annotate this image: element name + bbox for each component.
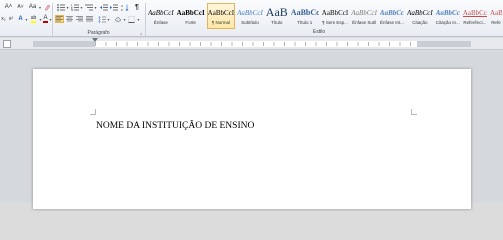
style-intense-quote[interactable]: AaBbCc Citação In... xyxy=(435,3,461,29)
document-heading-text[interactable]: NOME DA INSTITUIÇÃO DE ENSINO xyxy=(96,121,254,131)
style-name: ¶ Normal xyxy=(211,20,230,25)
horizontal-ruler[interactable] xyxy=(0,38,503,50)
ribbon: A˄ A˅ Aa ▾ x₂ x² A ▾ ab ▾ A ▾ ▾ ▾ ▾ A Z … xyxy=(0,0,503,37)
style-reference-partial[interactable]: AaBb Refe xyxy=(489,3,503,29)
styles-group-label: Estilo xyxy=(312,29,326,35)
paragraph-dialog-launcher-icon[interactable]: ⌟ xyxy=(140,30,142,36)
style-subtle-reference[interactable]: AaBbCc Referênci... xyxy=(462,3,488,29)
document-page[interactable]: NOME DA INSTITUIÇÃO DE ENSINO xyxy=(33,69,471,209)
shading-dropdown-icon[interactable]: ▾ xyxy=(122,15,126,23)
style-sample: AaBbCcI xyxy=(407,9,433,17)
ruler-left-margin[interactable] xyxy=(33,41,95,47)
numbering-icon[interactable] xyxy=(70,3,79,11)
clear-formatting-icon[interactable] xyxy=(43,3,51,11)
line-spacing-icon[interactable] xyxy=(97,15,106,23)
style-name: Citação xyxy=(412,20,428,25)
numbering-dropdown-icon[interactable]: ▾ xyxy=(79,3,83,11)
style-name: Citação In... xyxy=(435,20,460,25)
style-name: Ênfase Int... xyxy=(379,20,404,25)
change-case-button[interactable]: Aa xyxy=(28,3,37,11)
style-name: Forte xyxy=(185,20,196,25)
multilevel-dropdown-icon[interactable]: ▾ xyxy=(93,3,97,11)
style-name: Referênci... xyxy=(463,20,487,25)
style-normal[interactable]: AaBbCcI ¶ Normal xyxy=(206,3,236,29)
text-effects-button[interactable]: A xyxy=(17,15,24,23)
bullets-icon[interactable] xyxy=(56,3,65,11)
style-sample: AaBbCc xyxy=(379,9,405,17)
decrease-indent-icon[interactable] xyxy=(99,3,108,11)
borders-dropdown-icon[interactable]: ▾ xyxy=(136,15,140,23)
multilevel-list-icon[interactable] xyxy=(84,3,93,11)
style-sample: AaB xyxy=(265,5,288,19)
style-heading-1[interactable]: AaBbCc Título 1 xyxy=(290,3,320,29)
align-center-icon[interactable] xyxy=(65,15,74,23)
style-name: Subtítulo xyxy=(241,20,259,25)
style-name: Refe xyxy=(491,20,501,25)
style-emphasis[interactable]: AaBbCcI Ênfase xyxy=(147,3,175,29)
increase-indent-icon[interactable] xyxy=(109,3,118,11)
style-name: Título 1 xyxy=(297,20,313,25)
margin-corner-mark xyxy=(411,109,417,115)
style-sample: AaBbCcI xyxy=(148,9,174,17)
style-title[interactable]: AaB Título xyxy=(265,3,289,29)
style-sample: AaBbCcI xyxy=(207,9,235,17)
style-subtitle[interactable]: AaBbCcI Subtítulo xyxy=(236,3,264,29)
style-intense-emphasis[interactable]: AaBbCc Ênfase Int... xyxy=(379,3,405,29)
align-left-icon[interactable] xyxy=(55,15,64,23)
style-subtle-emphasis[interactable]: AaBbCcI Ênfase Sutil xyxy=(350,3,378,29)
style-sample: AaBbCc xyxy=(462,9,487,17)
show-formatting-marks-button[interactable]: ¶ xyxy=(133,3,141,11)
tab-selector-icon[interactable] xyxy=(3,40,11,48)
first-line-indent-marker[interactable] xyxy=(92,38,98,42)
ruler-right-margin[interactable] xyxy=(417,41,471,47)
subscript-button[interactable]: x₂ xyxy=(0,15,7,23)
svg-text:Z: Z xyxy=(121,8,123,11)
style-name: Ênfase Sutil xyxy=(352,20,377,25)
style-sample: AaBbCcI xyxy=(321,9,349,17)
style-sample: AaBb xyxy=(489,9,502,17)
style-sample: AaBbCcI xyxy=(176,9,205,17)
borders-icon[interactable] xyxy=(127,15,136,23)
style-name: Título xyxy=(271,20,283,25)
bullets-dropdown-icon[interactable]: ▾ xyxy=(65,3,69,11)
shrink-font-button[interactable]: A˅ xyxy=(15,3,26,11)
paragraph-group: ▾ ▾ ▾ AZ ¶ ▾ ▾ ▾ Parágrafo ⌟ xyxy=(53,0,144,37)
style-sample: AaBbCc xyxy=(435,9,460,17)
font-group: A˄ A˅ Aa ▾ x₂ x² A ▾ ab ▾ A ▾ xyxy=(0,0,52,37)
style-name: ¶ Sem Esp... xyxy=(322,20,348,25)
text-effects-dropdown-icon[interactable]: ▾ xyxy=(24,15,28,23)
chevron-down-icon[interactable]: ▾ xyxy=(37,3,42,11)
shading-icon[interactable] xyxy=(113,15,122,23)
style-sample: AaBbCcI xyxy=(351,9,377,17)
highlight-button[interactable]: ab xyxy=(29,15,38,23)
margin-corner-mark xyxy=(90,109,96,115)
styles-gallery: AaBbCcI Ênfase AaBbCcI Forte AaBbCcI ¶ N… xyxy=(147,3,502,29)
ruler-ticks xyxy=(95,42,417,46)
style-sample: AaBbCcI xyxy=(237,9,263,17)
superscript-button[interactable]: x² xyxy=(7,15,15,23)
style-name: Ênfase xyxy=(153,20,168,25)
sort-icon[interactable]: AZ xyxy=(120,3,129,11)
style-sample: AaBbCc xyxy=(290,8,319,17)
style-quote[interactable]: AaBbCcI Citação xyxy=(406,3,434,29)
style-no-spacing[interactable]: AaBbCcI ¶ Sem Esp... xyxy=(321,3,349,29)
line-spacing-dropdown-icon[interactable]: ▾ xyxy=(106,15,110,23)
paragraph-group-label: Parágrafo xyxy=(87,30,110,36)
document-canvas: NOME DA INSTITUIÇÃO DE ENSINO xyxy=(0,51,503,209)
align-right-icon[interactable] xyxy=(75,15,84,23)
style-strong[interactable]: AaBbCcI Forte xyxy=(176,3,206,29)
grow-font-button[interactable]: A˄ xyxy=(3,3,14,11)
justify-icon[interactable] xyxy=(85,15,94,23)
